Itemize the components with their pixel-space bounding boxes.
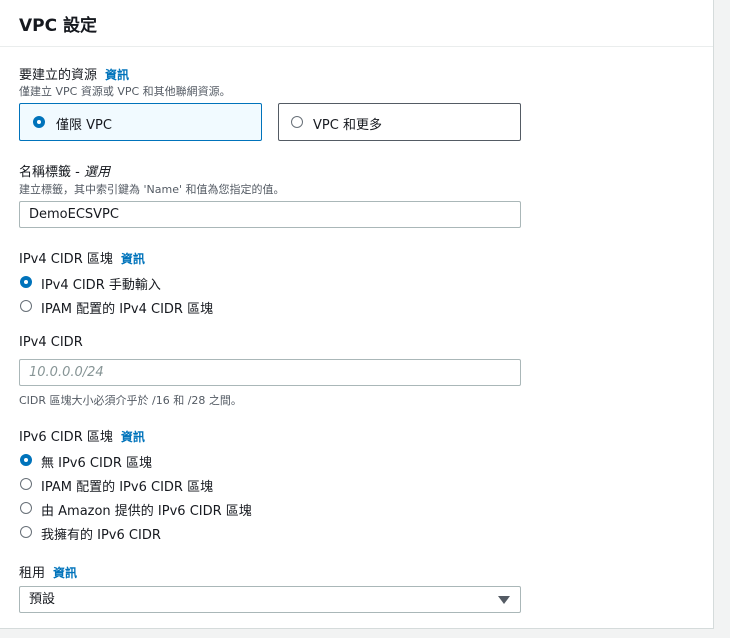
name-tag-optional: 選用 (83, 165, 110, 180)
resource-option-vpc-and-more[interactable]: VPC 和更多 (278, 103, 521, 141)
ipv4-cidr-input[interactable] (19, 359, 521, 386)
tenancy-label: 租用 (19, 566, 46, 581)
radio-ipv6-byoip[interactable] (20, 526, 32, 538)
ipv4-cidr-label: IPv4 CIDR (19, 335, 83, 350)
tenancy-selected-value: 預設 (29, 592, 56, 607)
ipv6-block-label: IPv6 CIDR 區塊 (19, 430, 113, 445)
ipv6-option-byoip-label[interactable]: 我擁有的 IPv6 CIDR (41, 524, 161, 543)
resource-option-label: 僅限 VPC (56, 118, 112, 133)
ipv4-block-info-link[interactable]: 資訊 (121, 252, 145, 266)
name-tag-description: 建立標籤，其中索引鍵為 'Name' 和值為您指定的值。 (19, 183, 285, 196)
vpc-settings-panel: VPC 設定 要建立的資源 資訊 僅建立 VPC 資源或 VPC 和其他聯網資源。… (0, 0, 714, 629)
radio-ipv6-amazon[interactable] (20, 502, 32, 514)
panel-header: VPC 設定 (0, 0, 713, 47)
radio-vpc-and-more[interactable] (291, 116, 303, 128)
caret-down-icon (498, 596, 510, 604)
ipv6-option-ipam-label[interactable]: IPAM 配置的 IPv6 CIDR 區塊 (41, 476, 213, 495)
ipv4-option-manual-label[interactable]: IPv4 CIDR 手動輸入 (41, 274, 161, 293)
ipv6-block-label-row: IPv6 CIDR 區塊 資訊 (19, 426, 145, 445)
radio-ipv6-ipam[interactable] (20, 478, 32, 490)
resource-option-label: VPC 和更多 (313, 118, 382, 133)
panel-title: VPC 設定 (19, 16, 98, 36)
radio-ipv4-ipam[interactable] (20, 300, 32, 312)
ipv4-cidr-hint: CIDR 區塊大小必須介乎於 /16 和 /28 之間。 (19, 394, 242, 407)
name-tag-label-row: 名稱標籤 - 選用 (19, 161, 110, 180)
ipv6-block-info-link[interactable]: 資訊 (121, 430, 145, 444)
resources-info-link[interactable]: 資訊 (105, 68, 129, 82)
ipv4-block-label-row: IPv4 CIDR 區塊 資訊 (19, 248, 145, 267)
resources-label-row: 要建立的資源 資訊 (19, 64, 129, 83)
ipv4-block-label: IPv4 CIDR 區塊 (19, 252, 113, 267)
name-tag-label: 名稱標籤 - (19, 165, 84, 180)
resources-label: 要建立的資源 (19, 68, 98, 83)
ipv6-option-amazon-label[interactable]: 由 Amazon 提供的 IPv6 CIDR 區塊 (41, 500, 252, 519)
tenancy-label-row: 租用 資訊 (19, 562, 77, 581)
tenancy-info-link[interactable]: 資訊 (53, 566, 77, 580)
ipv4-option-ipam-label[interactable]: IPAM 配置的 IPv4 CIDR 區塊 (41, 298, 213, 317)
radio-vpc-only[interactable] (33, 116, 45, 128)
radio-ipv6-none[interactable] (20, 454, 32, 466)
resource-option-vpc-only[interactable]: 僅限 VPC (19, 103, 262, 141)
resources-description: 僅建立 VPC 資源或 VPC 和其他聯網資源。 (19, 85, 231, 98)
name-tag-input[interactable] (19, 201, 521, 228)
tenancy-select[interactable]: 預設 (19, 586, 521, 613)
ipv6-option-none-label[interactable]: 無 IPv6 CIDR 區塊 (41, 452, 152, 471)
radio-ipv4-manual[interactable] (20, 276, 32, 288)
